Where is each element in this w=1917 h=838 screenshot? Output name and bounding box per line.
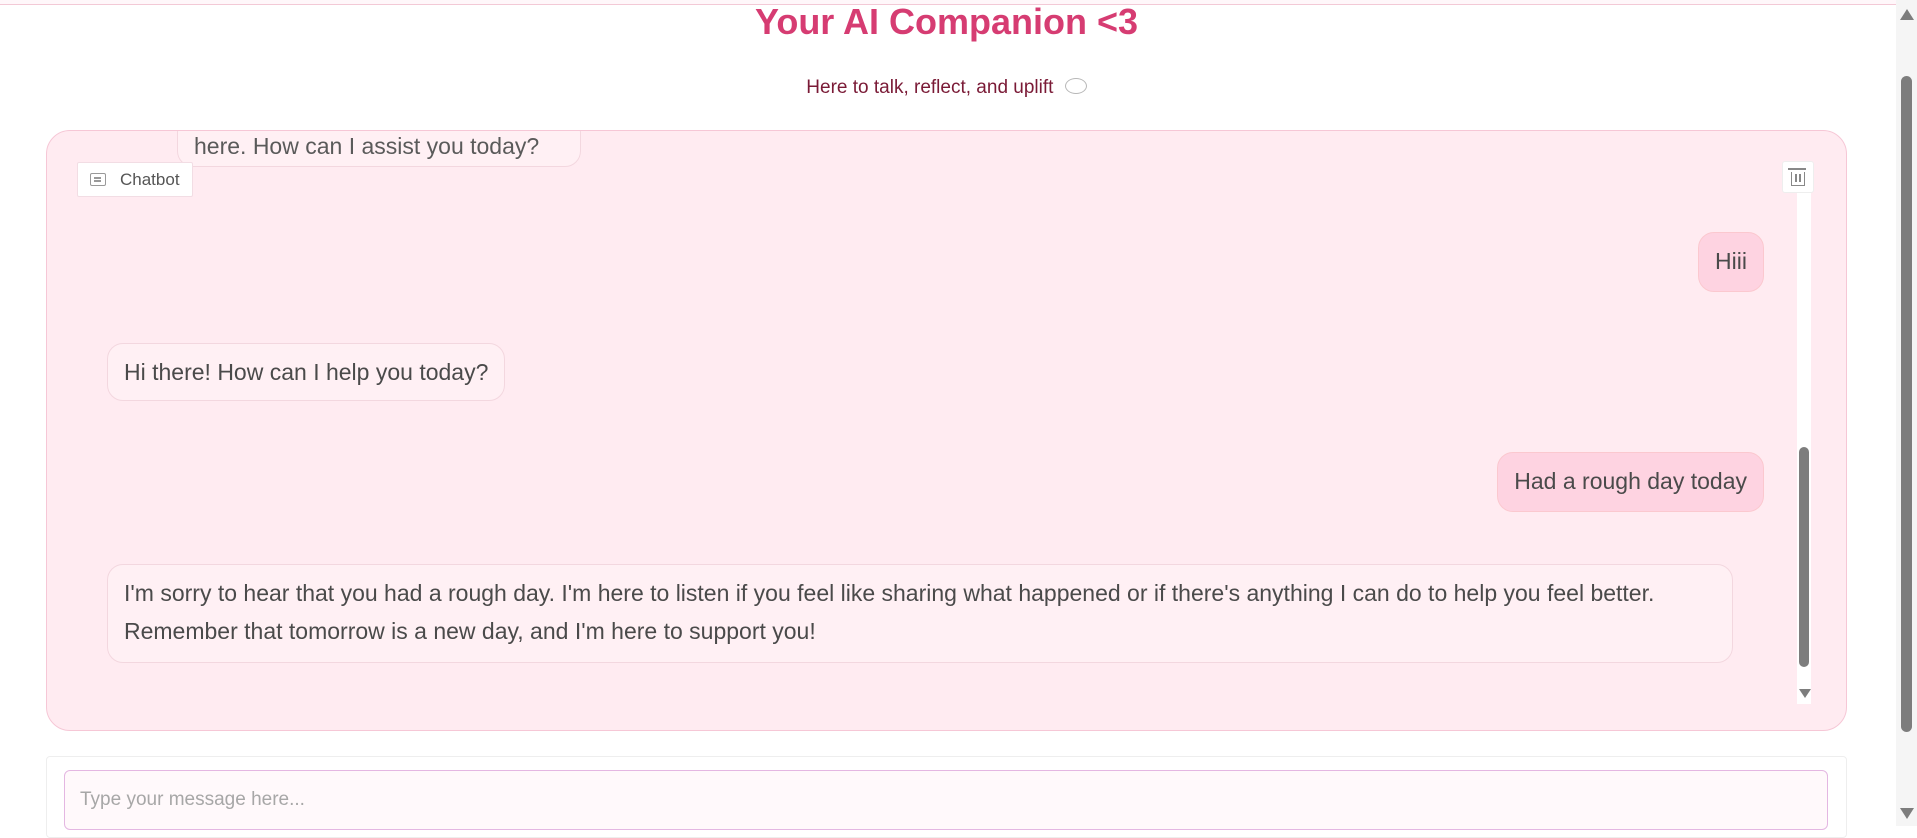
subtitle-text: Here to talk, reflect, and uplift [806,77,1054,98]
page-scroll-down-arrow[interactable] [1900,808,1914,819]
page-subtitle: Here to talk, reflect, and uplift [0,74,1893,102]
page-scroll-up-arrow[interactable] [1900,9,1914,20]
page-scrollbar-thumb[interactable] [1901,76,1912,732]
clear-chat-button[interactable] [1782,161,1814,193]
speech-bubble-icon [1064,77,1087,94]
chat-scrollbar-thumb[interactable] [1799,447,1809,667]
chatbot-panel[interactable]: Chatbot here. How can I assist you today… [46,130,1847,731]
chat-scrollbar[interactable] [1797,189,1811,704]
user-message: Had a rough day today [1497,452,1764,512]
chatbot-label-text: Chatbot [120,169,180,189]
user-message: Hiii [1698,232,1764,292]
bot-message: Hi there! How can I help you today? [107,343,506,401]
bot-message: here. How can I assist you today? [177,131,581,167]
page-scrollbar[interactable] [1896,0,1917,826]
chat-icon [90,173,106,186]
chatbot-label: Chatbot [77,162,193,197]
bot-message: I'm sorry to hear that you had a rough d… [107,564,1733,663]
page-title: Your AI Companion <3 [754,1,1139,42]
trash-icon [1788,168,1806,186]
chat-scroll-down-arrow[interactable] [1799,689,1811,698]
message-input[interactable] [64,770,1828,830]
